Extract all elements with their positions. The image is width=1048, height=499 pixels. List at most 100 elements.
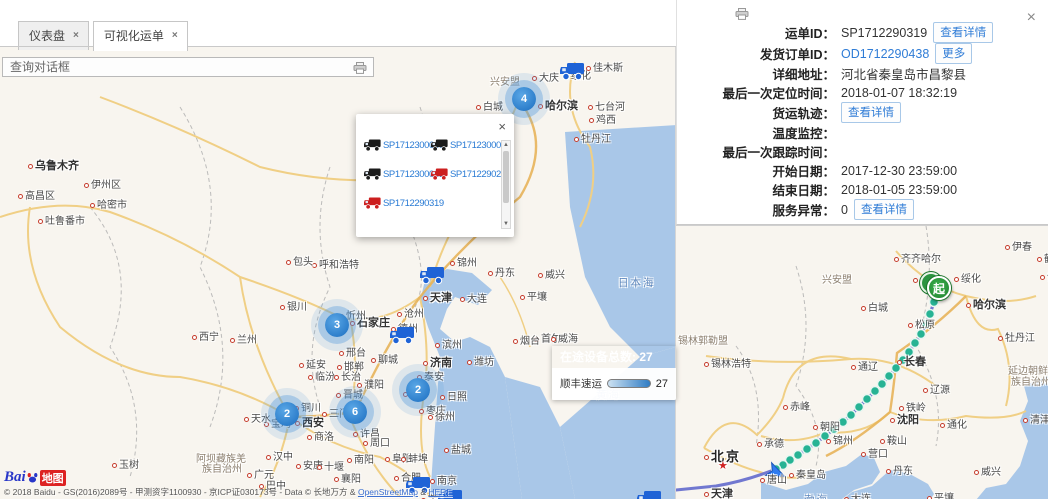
city-label: 兰州 (230, 331, 257, 346)
city-label: 襄阳 (334, 470, 361, 485)
city-label: 哈尔滨 (966, 296, 1006, 312)
baidu-logo[interactable]: Bai 地图 (4, 469, 66, 486)
track-point-marker[interactable] (871, 387, 880, 396)
truck-list-item[interactable]: SP1712290319 (364, 196, 431, 210)
detail-action-button[interactable]: 查看详情 (841, 102, 901, 123)
query-dialog-bar[interactable]: 查询对话框 (2, 57, 374, 77)
detail-label: 服务异常： (677, 200, 835, 219)
fleet-map[interactable]: 乌鲁木齐高昌区伊州区哈密市吐鲁番市兴安盟大庆绥化佳木斯白城哈尔滨七台河鸡西牡丹江… (0, 47, 676, 499)
vehicle-cluster-marker[interactable]: 2 (275, 402, 299, 426)
vehicle-cluster-marker[interactable]: 2 (406, 378, 430, 402)
city-dot-icon (18, 194, 23, 199)
city-dot-icon (861, 306, 866, 311)
truck-list-item[interactable]: SP1712300063 (364, 167, 431, 181)
detail-label: 发货订单ID： (677, 44, 835, 63)
track-point-marker[interactable] (847, 411, 856, 420)
query-dialog-label: 查询对话框 (10, 60, 70, 74)
detail-action-button[interactable]: 查看详情 (933, 22, 993, 43)
track-point-marker[interactable] (911, 339, 920, 348)
track-point-marker[interactable] (878, 380, 887, 389)
track-point-marker[interactable] (863, 395, 872, 404)
vehicle-cluster-marker[interactable]: 4 (512, 87, 536, 111)
city-dot-icon (266, 455, 271, 460)
track-point-marker[interactable] (855, 403, 864, 412)
city-label: 松原 (908, 316, 935, 331)
city-dot-icon (890, 418, 895, 423)
detail-row: 货运轨迹：查看详情 (677, 102, 1017, 123)
city-label: 呼和浩特 (312, 256, 359, 271)
route-start-marker[interactable]: 起 (927, 276, 951, 300)
truck-marker-icon[interactable] (420, 265, 446, 285)
city-label: 平壤 (927, 489, 954, 499)
scroll-down-icon[interactable]: ▼ (502, 221, 510, 227)
tab-visual-waybill[interactable]: 可视化运单× (93, 21, 188, 51)
osm-link[interactable]: OpenStreetMap (358, 487, 418, 497)
tab-label: 仪表盘 (29, 27, 65, 44)
city-label: 烟台 (513, 332, 540, 347)
city-dot-icon (538, 104, 543, 109)
tab-close-icon[interactable]: × (172, 30, 178, 41)
city-label: 聊城 (371, 351, 398, 366)
city-label: 鸡西 (589, 111, 616, 126)
detail-action-button[interactable]: 查看详情 (854, 199, 914, 220)
vehicle-cluster-marker[interactable]: 6 (343, 400, 367, 424)
track-point-marker[interactable] (803, 445, 812, 454)
detail-value: 2018-01-07 18:32:19 (841, 86, 957, 100)
city-label: 秦皇岛 (789, 466, 826, 481)
city-label: 天津 (423, 289, 452, 305)
panel-close-icon[interactable]: × (1027, 10, 1036, 26)
city-label: 南京 (430, 472, 457, 487)
truck-icon (364, 196, 382, 210)
city-label: 滨州 (435, 336, 462, 351)
detail-action-button[interactable]: 更多 (935, 43, 972, 64)
query-collapse-icon[interactable] (353, 62, 367, 74)
city-dot-icon (450, 261, 455, 266)
scrollbar-thumb[interactable] (503, 151, 509, 203)
truck-list-popup: × SP1712300046SP1712300051SP1712300063SP… (356, 114, 514, 237)
city-dot-icon (286, 260, 291, 265)
city-dot-icon (1040, 275, 1045, 280)
popup-close-icon[interactable]: × (498, 120, 506, 133)
city-label: 清津 (1023, 411, 1048, 426)
city-dot-icon (998, 336, 1003, 341)
city-label: 乌鲁木齐 (28, 157, 79, 173)
detail-label: 结束日期： (677, 180, 835, 199)
here-link[interactable]: HERE (428, 487, 452, 497)
city-label: 大连 (844, 490, 871, 499)
city-dot-icon (923, 388, 928, 393)
track-point-marker[interactable] (812, 439, 821, 448)
city-label: 临汾 (308, 368, 335, 383)
city-dot-icon (1037, 257, 1042, 262)
city-dot-icon (940, 423, 945, 428)
city-dot-icon (440, 395, 445, 400)
city-dot-icon (897, 360, 902, 365)
city-label: 商洛 (307, 428, 334, 443)
truck-list-item[interactable]: SP1712290267 (431, 167, 498, 181)
truck-id-link[interactable]: SP1712290319 (383, 198, 444, 209)
popup-scrollbar[interactable]: ▲ ▼ (501, 140, 511, 229)
city-label: 威兴 (538, 266, 565, 281)
detail-row: 发货订单ID： OD1712290438 更多 (677, 43, 1017, 64)
city-dot-icon (789, 473, 794, 478)
city-dot-icon (299, 363, 304, 368)
city-dot-icon (488, 271, 493, 276)
truck-marker-icon[interactable] (390, 325, 416, 345)
track-point-marker[interactable] (885, 372, 894, 381)
tab-close-icon[interactable]: × (73, 30, 79, 41)
vehicle-cluster-marker[interactable]: 3 (325, 313, 349, 337)
city-dot-icon (401, 457, 406, 462)
detail-value-link[interactable]: OD1712290438 (841, 47, 929, 61)
scroll-up-icon[interactable]: ▲ (502, 142, 510, 148)
truck-list-item[interactable]: SP1712300051 (431, 138, 498, 152)
city-label: 伊州区 (84, 176, 121, 191)
detail-label: 运单ID： (677, 23, 835, 42)
city-label: 玉树 (112, 456, 139, 471)
carrier-count: 27 (656, 378, 668, 390)
truck-marker-icon[interactable] (560, 61, 586, 81)
panel-print-icon[interactable] (735, 8, 749, 20)
truck-marker-icon[interactable] (637, 489, 663, 499)
truck-list-item[interactable]: SP1712300046 (364, 138, 431, 152)
route-map[interactable]: 齐齐哈尔伊春鹤岗佳木兴安盟大庆绥化白城哈尔滨松原牡丹江锡林郭勒盟锡林浩特通辽长春… (676, 225, 1048, 499)
city-dot-icon (586, 66, 591, 71)
city-dot-icon (38, 219, 43, 224)
